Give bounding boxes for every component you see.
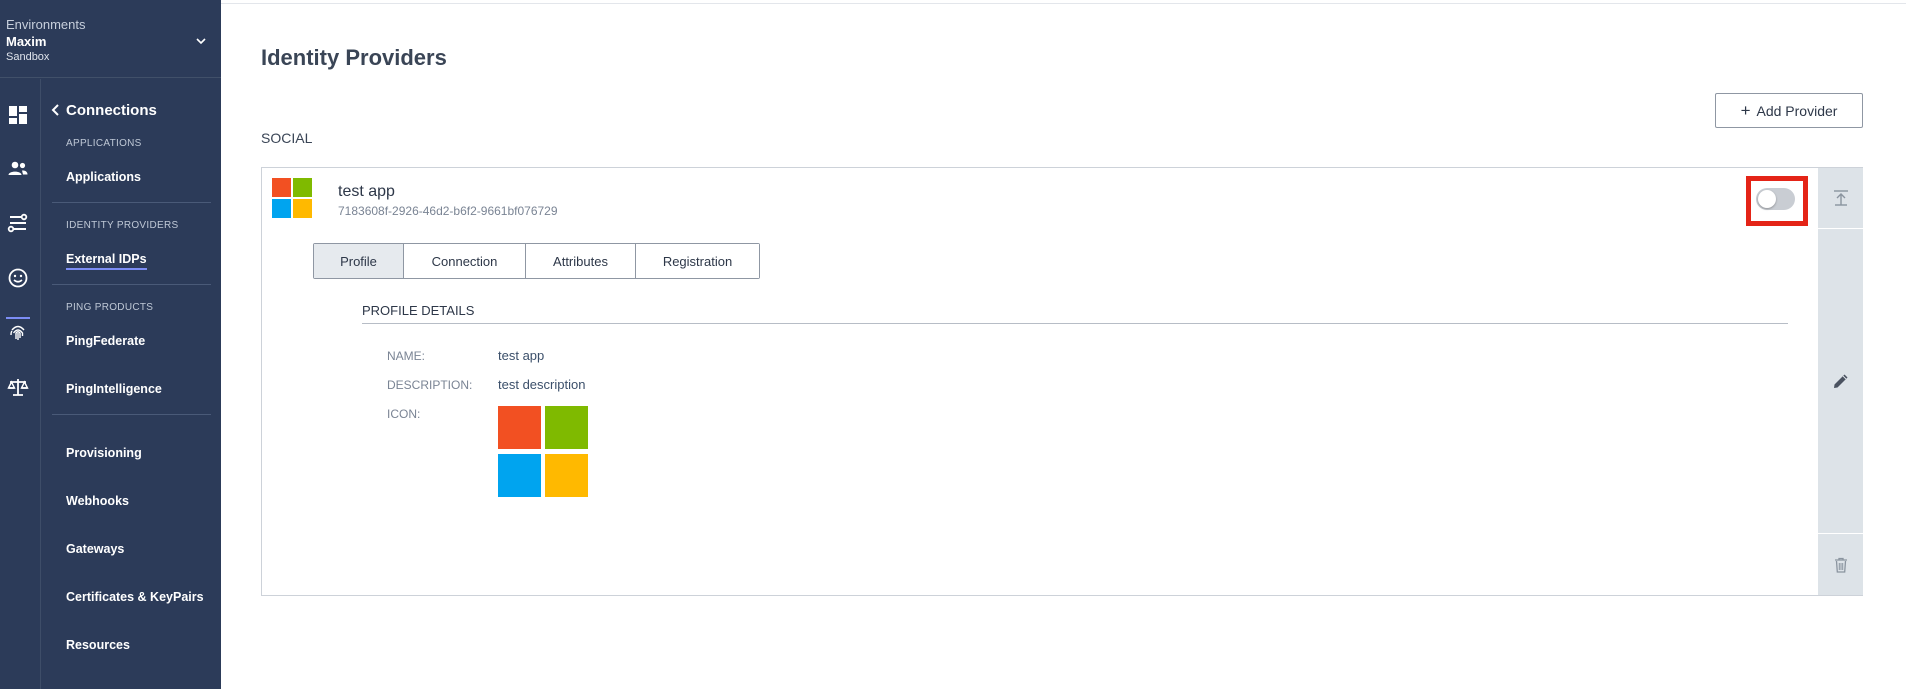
environment-selector[interactable]: Environments Maxim Sandbox [0, 0, 221, 78]
nav-divider [52, 414, 211, 415]
rail-active-indicator [6, 317, 30, 319]
provider-id: 7183608f-2926-46d2-b6f2-9661bf076729 [338, 204, 558, 218]
chevron-left-icon [51, 104, 59, 116]
nav-item-webhooks[interactable]: Webhooks [66, 494, 129, 508]
nav-item-pingfederate[interactable]: PingFederate [66, 334, 145, 348]
nav-item-gateways[interactable]: Gateways [66, 542, 124, 556]
section-label-social: SOCIAL [261, 130, 313, 146]
provider-name: test app [338, 183, 395, 200]
card-actions [1818, 168, 1863, 595]
description-label: DESCRIPTION: [387, 378, 473, 392]
collapse-button[interactable] [1818, 168, 1863, 228]
environment-label: Environments [6, 17, 86, 32]
preview-square-red [498, 406, 541, 449]
icon-rail [0, 79, 41, 689]
balance-scale-icon[interactable] [6, 375, 30, 399]
tab-registration[interactable]: Registration [636, 244, 759, 278]
back-to-connections[interactable]: Connections [50, 101, 157, 119]
chevron-down-icon[interactable] [192, 32, 210, 50]
collapse-up-icon [1833, 190, 1848, 206]
environment-name: Maxim [6, 34, 47, 49]
nav-item-provisioning[interactable]: Provisioning [66, 446, 142, 460]
logo-square-green [293, 178, 312, 197]
plus-icon: + [1740, 101, 1751, 120]
profile-details-divider [362, 323, 1788, 324]
nav-item-external-idps[interactable]: External IDPs [66, 252, 147, 270]
edit-button[interactable] [1818, 229, 1863, 533]
users-icon[interactable] [6, 157, 30, 181]
app-root: Environments Maxim Sandbox Connections A… [0, 0, 1906, 689]
preview-square-blue [498, 454, 541, 497]
nav-back-label: Connections [66, 101, 157, 119]
fingerprint-icon[interactable] [6, 320, 30, 344]
logo-square-blue [272, 199, 291, 218]
nav-section-applications: APPLICATIONS [66, 138, 142, 149]
description-value: test description [498, 377, 586, 392]
add-provider-label: Add Provider [1756, 102, 1838, 119]
nav-item-pingintelligence[interactable]: PingIntelligence [66, 382, 162, 396]
provider-card: test app 7183608f-2926-46d2-b6f2-9661bf0… [261, 167, 1863, 596]
delete-button[interactable] [1818, 534, 1863, 595]
sidebar: Environments Maxim Sandbox Connections A… [0, 0, 221, 689]
tab-connection[interactable]: Connection [404, 244, 526, 278]
toggle-knob [1758, 190, 1776, 208]
provider-icon-preview [498, 406, 589, 497]
nav-item-resources[interactable]: Resources [66, 638, 130, 652]
pencil-icon [1833, 374, 1847, 388]
provider-logo [272, 178, 313, 219]
preview-square-yellow [545, 454, 588, 497]
enable-provider-toggle[interactable] [1756, 188, 1795, 210]
nav-divider [52, 284, 211, 285]
nav-section-identity-providers: IDENTITY PROVIDERS [66, 220, 179, 231]
add-provider-button[interactable]: + Add Provider [1715, 93, 1863, 128]
page-title: Identity Providers [261, 45, 447, 70]
top-divider [221, 3, 1906, 4]
nav-panel: Connections APPLICATIONS Applications ID… [41, 79, 221, 689]
nav-divider [52, 202, 211, 203]
name-label: NAME: [387, 349, 426, 363]
nav-section-ping-products: PING PRODUCTS [66, 302, 154, 313]
tab-profile[interactable]: Profile [314, 244, 404, 278]
provider-tabs: Profile Connection Attributes Registrati… [313, 243, 760, 279]
profile-details-heading: PROFILE DETAILS [362, 303, 475, 318]
connections-icon[interactable] [6, 211, 30, 235]
logo-square-yellow [293, 199, 312, 218]
environment-type: Sandbox [6, 51, 50, 63]
logo-square-red [272, 178, 291, 197]
nav-item-applications[interactable]: Applications [66, 170, 141, 184]
dashboard-icon[interactable] [6, 103, 30, 127]
nav-item-certificates[interactable]: Certificates & KeyPairs [66, 590, 204, 604]
name-value: test app [498, 348, 545, 363]
main-content: Identity Providers + Add Provider SOCIAL… [221, 0, 1906, 689]
preview-square-green [545, 406, 588, 449]
tab-attributes[interactable]: Attributes [526, 244, 636, 278]
icon-label: ICON: [387, 407, 421, 421]
trash-icon [1834, 557, 1847, 573]
experiences-icon[interactable] [6, 266, 30, 290]
